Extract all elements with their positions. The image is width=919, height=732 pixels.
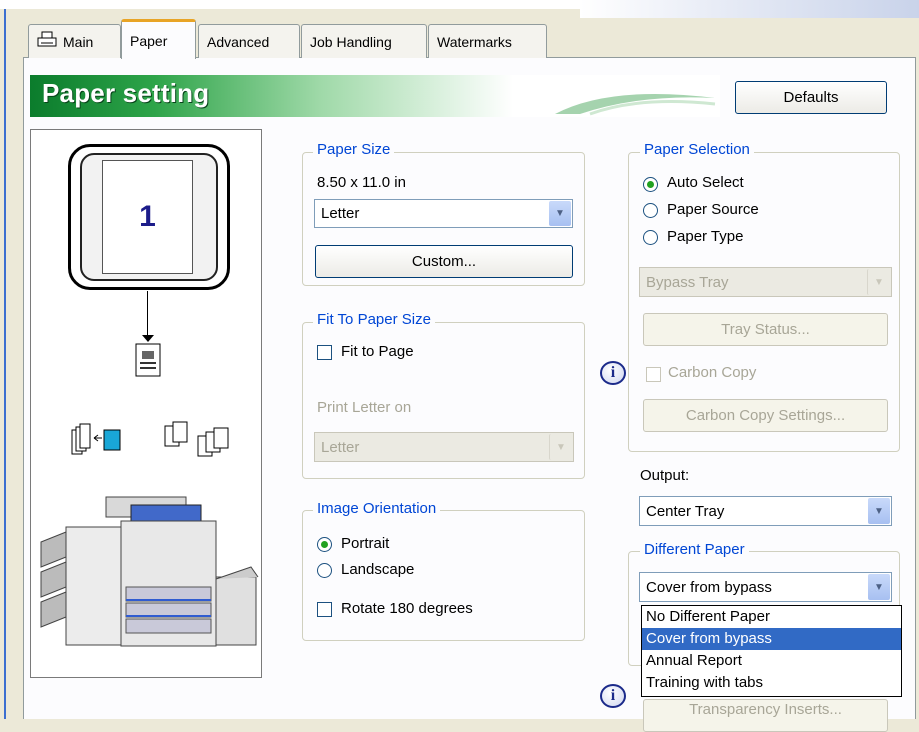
portrait-radio[interactable] [317, 537, 332, 552]
info-icon[interactable]: i [600, 361, 626, 385]
chevron-down-icon[interactable]: ▼ [549, 201, 571, 226]
tab-job-handling-label: Job Handling [310, 33, 392, 50]
different-paper-select[interactable]: Cover from bypass ▼ [639, 572, 892, 602]
dropdown-option-selected[interactable]: Cover from bypass [642, 628, 901, 650]
preview-connector [147, 291, 148, 337]
fit-to-page-label[interactable]: Fit to Page [341, 343, 414, 360]
carbon-copy-settings-button[interactable]: Carbon Copy Settings... [643, 399, 888, 432]
carbon-copy-checkbox[interactable] [646, 367, 661, 382]
carbon-copy-label[interactable]: Carbon Copy [668, 364, 756, 381]
info-icon[interactable]: i [600, 684, 626, 708]
different-paper-dropdown: No Different Paper Cover from bypass Ann… [641, 605, 902, 697]
tab-watermarks[interactable]: Watermarks [428, 24, 547, 58]
connector-arrow-icon [142, 335, 154, 342]
chevron-down-icon[interactable]: ▼ [549, 434, 572, 460]
banner-swoosh [555, 93, 716, 116]
different-paper-value: Cover from bypass [646, 578, 772, 596]
dropdown-option[interactable]: Training with tabs [642, 672, 901, 694]
output-sheet-icon [135, 343, 161, 377]
chevron-down-icon[interactable]: ▼ [867, 269, 890, 295]
tray-value: Bypass Tray [646, 273, 729, 291]
tab-main[interactable]: Main [28, 24, 121, 58]
tab-main-label: Main [63, 33, 94, 50]
paper-source-radio[interactable] [643, 203, 658, 218]
page-title: Paper setting [42, 78, 210, 108]
custom-button[interactable]: Custom... [315, 245, 573, 278]
tray-select[interactable]: Bypass Tray ▼ [639, 267, 892, 297]
printer-icon [37, 31, 57, 52]
dropdown-option[interactable]: No Different Paper [642, 606, 901, 628]
print-on-value: Letter [321, 438, 360, 456]
paper-type-radio[interactable] [643, 230, 658, 245]
tab-advanced[interactable]: Advanced [198, 24, 300, 58]
print-on-label: Print Letter on [317, 399, 412, 416]
window-border [4, 9, 6, 719]
tab-paper[interactable]: Paper [121, 19, 196, 59]
output-select[interactable]: Center Tray ▼ [639, 496, 892, 526]
landscape-label[interactable]: Landscape [341, 561, 414, 578]
auto-select-label[interactable]: Auto Select [667, 174, 744, 191]
landscape-radio[interactable] [317, 563, 332, 578]
paper-dimensions: 8.50 x 11.0 in [317, 174, 406, 191]
tab-paper-label: Paper [130, 32, 168, 49]
tab-job-handling[interactable]: Job Handling [301, 24, 427, 58]
rotate-180-checkbox[interactable] [317, 602, 332, 617]
tray-status-button[interactable]: Tray Status... [643, 313, 888, 346]
portrait-label[interactable]: Portrait [341, 535, 389, 552]
multifunction-printer-icon [40, 496, 259, 647]
paper-size-select[interactable]: Letter ▼ [314, 199, 573, 228]
image-orientation-legend: Image Orientation [313, 500, 441, 517]
paper-selection-legend: Paper Selection [640, 141, 754, 158]
paper-type-label[interactable]: Paper Type [667, 228, 743, 245]
paper-size-legend: Paper Size [313, 141, 395, 158]
paper-size-value: Letter [321, 205, 360, 222]
print-on-select[interactable]: Letter ▼ [314, 432, 574, 462]
fit-to-paper-legend: Fit To Paper Size [313, 311, 435, 328]
paper-source-label[interactable]: Paper Source [667, 201, 759, 218]
chevron-down-icon[interactable]: ▼ [868, 498, 890, 524]
rotate-180-label[interactable]: Rotate 180 degrees [341, 600, 473, 617]
different-paper-legend: Different Paper [640, 541, 749, 558]
dropdown-option[interactable]: Annual Report [642, 650, 901, 672]
output-label: Output: [640, 467, 690, 484]
top-decoration [580, 0, 919, 18]
chevron-down-icon[interactable]: ▼ [868, 574, 890, 600]
output-value: Center Tray [646, 502, 725, 520]
output-tray-icon [71, 421, 229, 457]
page-number: 1 [139, 200, 156, 233]
defaults-button[interactable]: Defaults [735, 81, 887, 114]
auto-select-radio[interactable] [643, 177, 658, 192]
tab-watermarks-label: Watermarks [437, 33, 512, 50]
transparency-inserts-button[interactable]: Transparency Inserts... [643, 699, 888, 732]
tab-advanced-label: Advanced [207, 33, 270, 50]
fit-to-page-checkbox[interactable] [317, 345, 332, 360]
